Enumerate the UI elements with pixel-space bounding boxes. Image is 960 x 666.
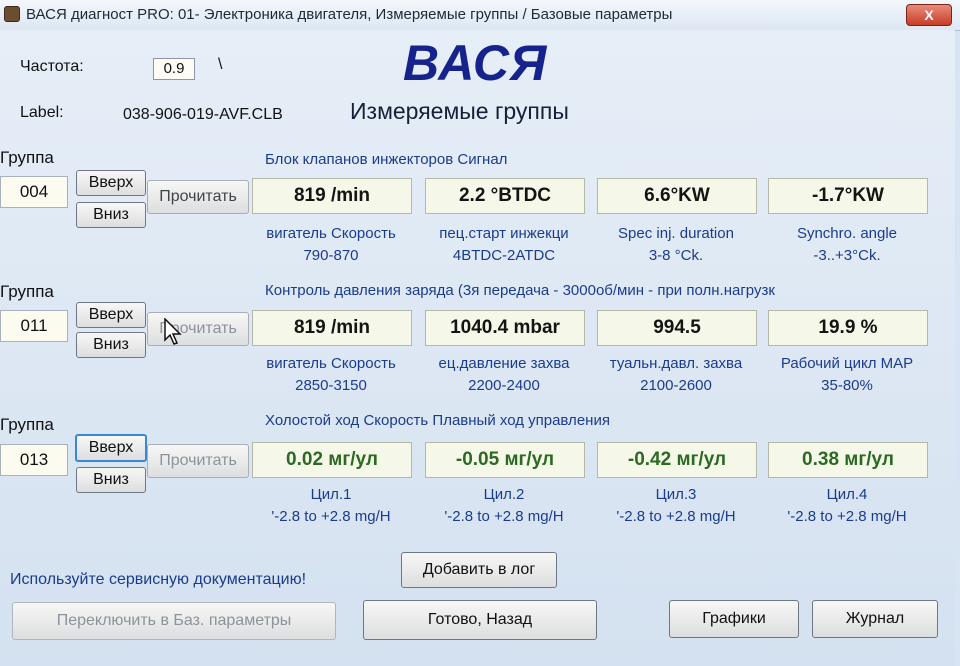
value-field: 819 /min [252,310,412,346]
value-range: 35-80% [821,377,873,394]
group-caption: Группа [0,282,54,301]
label-caption: Label: [20,104,64,121]
add-to-log-button[interactable]: Добавить в лог [401,552,557,588]
label-file-name: 038-906-019-AVF.CLB [123,106,283,123]
value-field: -0.42 мг/ул [597,442,757,478]
frequency-value: 0.9 [153,58,195,80]
window-client: Частота: 0.9 \ ВАСЯ Label: 038-906-019-A… [0,30,955,666]
group-down-button[interactable]: Вниз [76,467,146,493]
value-range: '-2.8 to +2.8 mg/H [444,508,564,525]
value-name: вигатель Скорость [266,225,396,242]
value-name: пец.старт инжекци [439,225,569,242]
value-field: 6.6°KW [597,178,757,214]
value-range: '-2.8 to +2.8 mg/H [787,508,907,525]
value-range: 2200-2400 [468,377,540,394]
value-name: Рабочий цикл MAP [780,355,914,372]
switch-basic-params-button[interactable]: Переключить в Баз. параметры [12,602,336,640]
app-logo: ВАСЯ [403,35,548,91]
value-name: Цил.2 [483,486,525,503]
frequency-label: Частота: [20,58,84,75]
group-up-button[interactable]: Вверх [75,434,147,462]
value-range: 4BTDC-2ATDC [452,247,556,264]
value-range: -3..+3°Ck. [813,247,881,264]
title-bar: ВАСЯ диагност PRO: 01- Электроника двига… [0,0,960,31]
group-title: Контроль давления заряда (3я передача - … [265,282,775,299]
group-caption: Группа [0,415,54,434]
value-range: '-2.8 to +2.8 mg/H [271,508,391,525]
value-field: 994.5 [597,310,757,346]
value-range: 790-870 [303,247,359,264]
value-field: 2.2 °BTDC [425,178,585,214]
window-title: ВАСЯ диагност PRO: 01- Электроника двига… [26,6,673,23]
value-name: туальн.давл. захва [609,355,743,372]
value-name: Spec inj. duration [618,225,734,242]
read-button[interactable]: Прочитать [147,180,249,214]
value-name: ец.давление захва [438,355,570,372]
group-number-input[interactable]: 004 [0,176,68,208]
value-name: Цил.4 [826,486,868,503]
service-doc-hint: Используйте сервисную документацию! [10,571,307,588]
value-name: Synchro. angle [796,225,898,242]
value-field: 1040.4 mbar [425,310,585,346]
value-field: -1.7°KW [768,178,928,214]
value-name: вигатель Скорость [266,355,396,372]
group-title: Холостой ход Скорость Плавный ход управл… [265,412,610,429]
value-field: 0.38 мг/ул [768,442,928,478]
value-field: -0.05 мг/ул [425,442,585,478]
group-number-input[interactable]: 011 [0,310,68,342]
page-title: Измеряемые группы [350,98,569,124]
mouse-cursor-icon [164,318,182,345]
group-title: Блок клапанов инжекторов Сигнал [265,151,508,168]
group-up-button[interactable]: Вверх [76,170,146,196]
group-down-button[interactable]: Вниз [76,202,146,228]
journal-button[interactable]: Журнал [812,600,938,638]
group-up-button[interactable]: Вверх [76,302,146,328]
value-range: 3-8 °Ck. [648,247,704,264]
group-number-input[interactable]: 013 [0,444,68,476]
value-range: 2100-2600 [640,377,712,394]
group-caption: Группа [0,148,54,167]
value-name: Цил.1 [310,486,352,503]
value-name: Цил.3 [655,486,697,503]
value-range: 2850-3150 [295,377,367,394]
app-icon[interactable] [4,6,20,22]
value-field: 0.02 мг/ул [252,442,412,478]
value-field: 819 /min [252,178,412,214]
read-button[interactable]: Прочитать [147,444,249,478]
close-button[interactable]: X [906,4,952,26]
group-down-button[interactable]: Вниз [76,332,146,358]
frequency-indicator: \ [218,56,223,73]
done-back-button[interactable]: Готово, Назад [363,600,597,640]
graphs-button[interactable]: Графики [669,600,799,638]
value-range: '-2.8 to +2.8 mg/H [616,508,736,525]
value-field: 19.9 % [768,310,928,346]
